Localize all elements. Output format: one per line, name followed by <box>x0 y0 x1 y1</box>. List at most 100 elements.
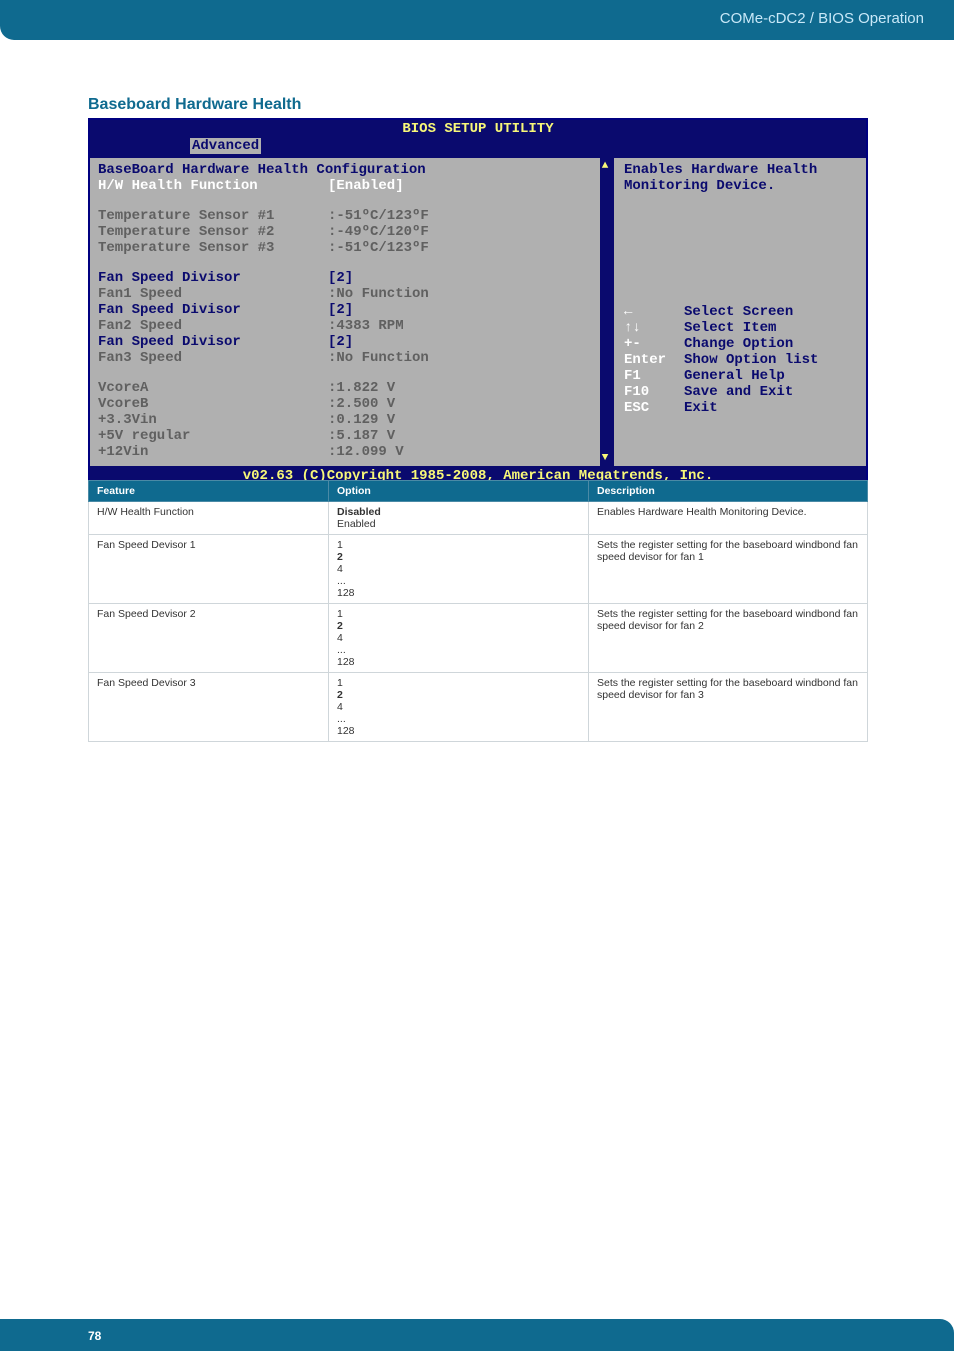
bios-pane-header-label: BaseBoard Hardware Health Configuration <box>98 162 602 178</box>
table-header-row: Feature Option Description <box>89 481 868 502</box>
bios-setting-label: Fan Speed Divisor <box>98 334 328 350</box>
bios-setting-row: Fan Speed Divisor[2] <box>98 302 602 318</box>
bios-setting-row: VcoreA:1.822 V <box>98 380 602 396</box>
bios-nav-row: ESCExit <box>624 400 856 416</box>
td-option: 124...128 <box>329 673 589 742</box>
td-description: Enables Hardware Health Monitoring Devic… <box>589 502 868 535</box>
bios-right-pane: Enables Hardware Health Monitoring Devic… <box>610 158 866 466</box>
section-title: Baseboard Hardware Health <box>88 96 301 114</box>
bios-nav-row: +-Change Option <box>624 336 856 352</box>
bios-setting-value: :-51ºC/123ºF <box>328 240 602 256</box>
bios-nav-row: EnterShow Option list <box>624 352 856 368</box>
option-value: 128 <box>337 725 580 737</box>
bios-nav-text: Exit <box>684 400 856 416</box>
bios-nav-text: Change Option <box>684 336 856 352</box>
bios-nav-row: F10Save and Exit <box>624 384 856 400</box>
bios-nav-text: Select Screen <box>684 304 856 320</box>
td-description: Sets the register setting for the basebo… <box>589 535 868 604</box>
bios-body: BaseBoard Hardware Health Configuration … <box>90 156 866 466</box>
bios-setting-row: Fan Speed Divisor[2] <box>98 270 602 286</box>
bios-setting-row: Temperature Sensor #1:-51ºC/123ºF <box>98 208 602 224</box>
td-description: Sets the register setting for the basebo… <box>589 673 868 742</box>
bios-screenshot: BIOS SETUP UTILITY Advanced BaseBoard Ha… <box>88 118 868 488</box>
bios-setting-label: +3.3Vin <box>98 412 328 428</box>
bios-setting-row: Fan Speed Divisor[2] <box>98 334 602 350</box>
option-value: 4 <box>337 563 580 575</box>
bios-setting-value: :-49ºC/120ºF <box>328 224 602 240</box>
bios-nav-key: ESC <box>624 400 684 416</box>
bios-setting-value: [2] <box>328 302 602 318</box>
bios-nav-key: F1 <box>624 368 684 384</box>
option-value: 2 <box>337 620 580 632</box>
bios-nav-key: Enter <box>624 352 684 368</box>
bios-setting-label: +5V regular <box>98 428 328 444</box>
th-feature: Feature <box>89 481 329 502</box>
bios-setting-label: VcoreB <box>98 396 328 412</box>
bios-scrollbar: ▲ ▼ <box>600 158 610 466</box>
bios-setting-label: Fan Speed Divisor <box>98 270 328 286</box>
bios-setting-row: H/W Health Function[Enabled] <box>98 178 602 194</box>
bios-nav-row: F1General Help <box>624 368 856 384</box>
option-value: ... <box>337 575 580 587</box>
bios-left-pane: BaseBoard Hardware Health Configuration … <box>90 158 610 466</box>
table-row: Fan Speed Devisor 2124...128Sets the reg… <box>89 604 868 673</box>
th-description: Description <box>589 481 868 502</box>
bios-setting-row: VcoreB:2.500 V <box>98 396 602 412</box>
bios-nav-key: +- <box>624 336 684 352</box>
bios-setting-label: VcoreA <box>98 380 328 396</box>
option-value: 1 <box>337 608 580 620</box>
scroll-down-icon: ▼ <box>602 452 609 464</box>
bios-nav-row: ←Select Screen <box>624 304 856 320</box>
td-option: DisabledEnabled <box>329 502 589 535</box>
scroll-up-icon: ▲ <box>602 160 609 172</box>
bios-nav-help: ←Select Screen↑↓Select Item+-Change Opti… <box>624 304 856 416</box>
td-feature: Fan Speed Devisor 1 <box>89 535 329 604</box>
bios-tab-advanced: Advanced <box>190 138 261 154</box>
breadcrumb: COMe-cDC2 / BIOS Operation <box>720 10 924 27</box>
bios-setting-row: +5V regular:5.187 V <box>98 428 602 444</box>
bios-nav-key: F10 <box>624 384 684 400</box>
table-row: H/W Health FunctionDisabledEnabledEnable… <box>89 502 868 535</box>
bios-setting-value: [Enabled] <box>328 178 602 194</box>
table-row: Fan Speed Devisor 1124...128Sets the reg… <box>89 535 868 604</box>
option-value: Enabled <box>337 518 580 530</box>
table-row: Fan Speed Devisor 3124...128Sets the reg… <box>89 673 868 742</box>
td-description: Sets the register setting for the basebo… <box>589 604 868 673</box>
td-option: 124...128 <box>329 604 589 673</box>
bios-setting-label: Fan2 Speed <box>98 318 328 334</box>
bios-setting-value: :1.822 V <box>328 380 602 396</box>
option-value: ... <box>337 713 580 725</box>
bios-setting-row: Fan2 Speed:4383 RPM <box>98 318 602 334</box>
option-value: 4 <box>337 632 580 644</box>
option-value: 128 <box>337 656 580 668</box>
option-value: 2 <box>337 551 580 563</box>
bios-title: BIOS SETUP UTILITY <box>90 120 866 138</box>
bios-nav-text: Select Item <box>684 320 856 336</box>
option-value: 1 <box>337 539 580 551</box>
option-value: Disabled <box>337 506 580 518</box>
page-footer-bar: 78 <box>0 1319 954 1351</box>
bios-nav-key: ↑↓ <box>624 320 684 336</box>
bios-setting-value: :-51ºC/123ºF <box>328 208 602 224</box>
bios-setting-row: Temperature Sensor #3:-51ºC/123ºF <box>98 240 602 256</box>
bios-setting-row: +3.3Vin:0.129 V <box>98 412 602 428</box>
bios-nav-row: ↑↓Select Item <box>624 320 856 336</box>
td-feature: Fan Speed Devisor 2 <box>89 604 329 673</box>
bios-setting-label: Fan3 Speed <box>98 350 328 366</box>
bios-setting-value: :No Function <box>328 350 602 366</box>
option-value: ... <box>337 644 580 656</box>
td-feature: Fan Speed Devisor 3 <box>89 673 329 742</box>
td-feature: H/W Health Function <box>89 502 329 535</box>
bios-help-text: Enables Hardware Health Monitoring Devic… <box>624 162 856 194</box>
bios-nav-text: Save and Exit <box>684 384 856 400</box>
th-option: Option <box>329 481 589 502</box>
page-header-bar: COMe-cDC2 / BIOS Operation <box>0 0 954 40</box>
bios-nav-text: Show Option list <box>684 352 856 368</box>
bios-tabs: Advanced <box>90 138 866 156</box>
bios-setting-label: Temperature Sensor #2 <box>98 224 328 240</box>
option-value: 128 <box>337 587 580 599</box>
bios-setting-label: Fan Speed Divisor <box>98 302 328 318</box>
option-value: 2 <box>337 689 580 701</box>
bios-setting-row: Temperature Sensor #2:-49ºC/120ºF <box>98 224 602 240</box>
td-option: 124...128 <box>329 535 589 604</box>
